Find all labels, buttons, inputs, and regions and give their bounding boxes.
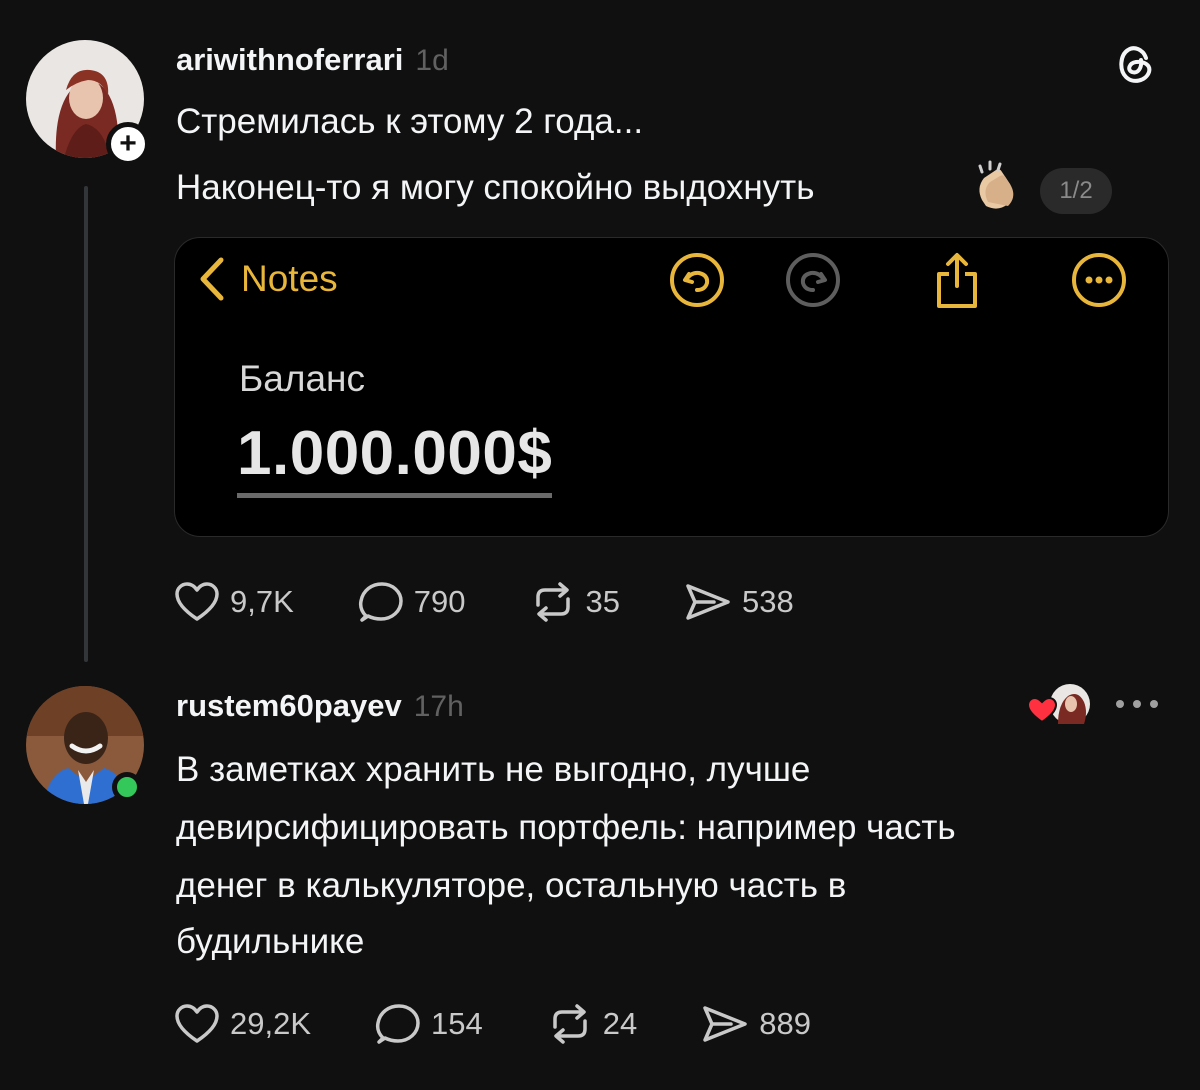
heart-icon (175, 1004, 219, 1043)
reply-header: rustem60payev 17h (176, 688, 464, 724)
share-icon (937, 253, 977, 308)
reply-text-line-4: будильнике (176, 922, 365, 961)
reply-count: 790 (413, 584, 466, 619)
media-counter: 1/2 (1040, 168, 1112, 214)
clapping-hands-icon (978, 160, 1014, 209)
online-status-dot (112, 772, 142, 802)
more-options-icon[interactable] (1114, 696, 1160, 712)
reply-button[interactable]: 790 (358, 580, 466, 624)
threads-icon[interactable] (1112, 40, 1160, 88)
heart-icon (175, 582, 219, 621)
chevron-left-icon (200, 257, 224, 301)
send-icon (686, 584, 730, 620)
post-header: ariwithnoferrari 1d (176, 42, 449, 78)
post-text-line-2: Наконец-то я могу спокойно выдохнуть (176, 168, 815, 207)
reply-actions: 29,2K 154 24 889 (174, 1002, 875, 1046)
reply-share-count: 889 (759, 1006, 811, 1041)
author-username[interactable]: ariwithnoferrari (176, 42, 403, 78)
undo-icon (670, 253, 724, 307)
notes-back: Notes (197, 256, 338, 302)
reply-reply-count: 154 (431, 1006, 483, 1041)
more-circle-icon (1072, 253, 1126, 307)
send-icon (703, 1006, 747, 1042)
reply-reply-button[interactable]: 154 (375, 1002, 483, 1046)
repost-icon (553, 1004, 587, 1044)
reply-text-line-2: девирсифицировать портфель: например час… (176, 808, 956, 847)
repost-button[interactable]: 35 (530, 581, 620, 623)
repost-count: 35 (585, 584, 620, 619)
post-actions: 9,7K 790 35 538 (174, 580, 858, 624)
reply-text-line-1: В заметках хранить не выгодно, лучше (176, 750, 811, 789)
share-button[interactable]: 538 (684, 581, 794, 623)
note-balance-amount: 1.000.000$ (237, 418, 553, 498)
reply-like-button[interactable]: 29,2K (174, 1003, 311, 1045)
author-liked-icon (1026, 684, 1090, 724)
post-time: 1d (415, 44, 449, 77)
repost-icon (535, 582, 570, 622)
reply-time: 17h (413, 690, 464, 723)
reply-like-count: 29,2K (230, 1006, 312, 1041)
reply-repost-button[interactable]: 24 (547, 1003, 637, 1045)
thread-line (84, 186, 88, 662)
comment-icon (358, 582, 403, 622)
follow-button[interactable]: + (106, 122, 150, 166)
note-balance-label: Баланс (239, 358, 365, 399)
redo-icon (786, 253, 840, 307)
reply-username[interactable]: rustem60payev (176, 688, 402, 724)
reply-repost-count: 24 (602, 1006, 638, 1041)
like-count: 9,7K (230, 584, 294, 619)
reply-text-line-3: денег в калькуляторе, остальную часть в (176, 866, 847, 905)
comment-icon (375, 1004, 420, 1044)
reply-share-button[interactable]: 889 (701, 1003, 811, 1045)
note-image[interactable]: Notes Баланс 1.000.000$ (174, 237, 1169, 537)
like-button[interactable]: 9,7K (174, 581, 294, 623)
notes-back-label: Notes (241, 258, 338, 299)
share-count: 538 (742, 584, 794, 619)
post-text-line-1: Стремилась к этому 2 года... (176, 102, 644, 141)
